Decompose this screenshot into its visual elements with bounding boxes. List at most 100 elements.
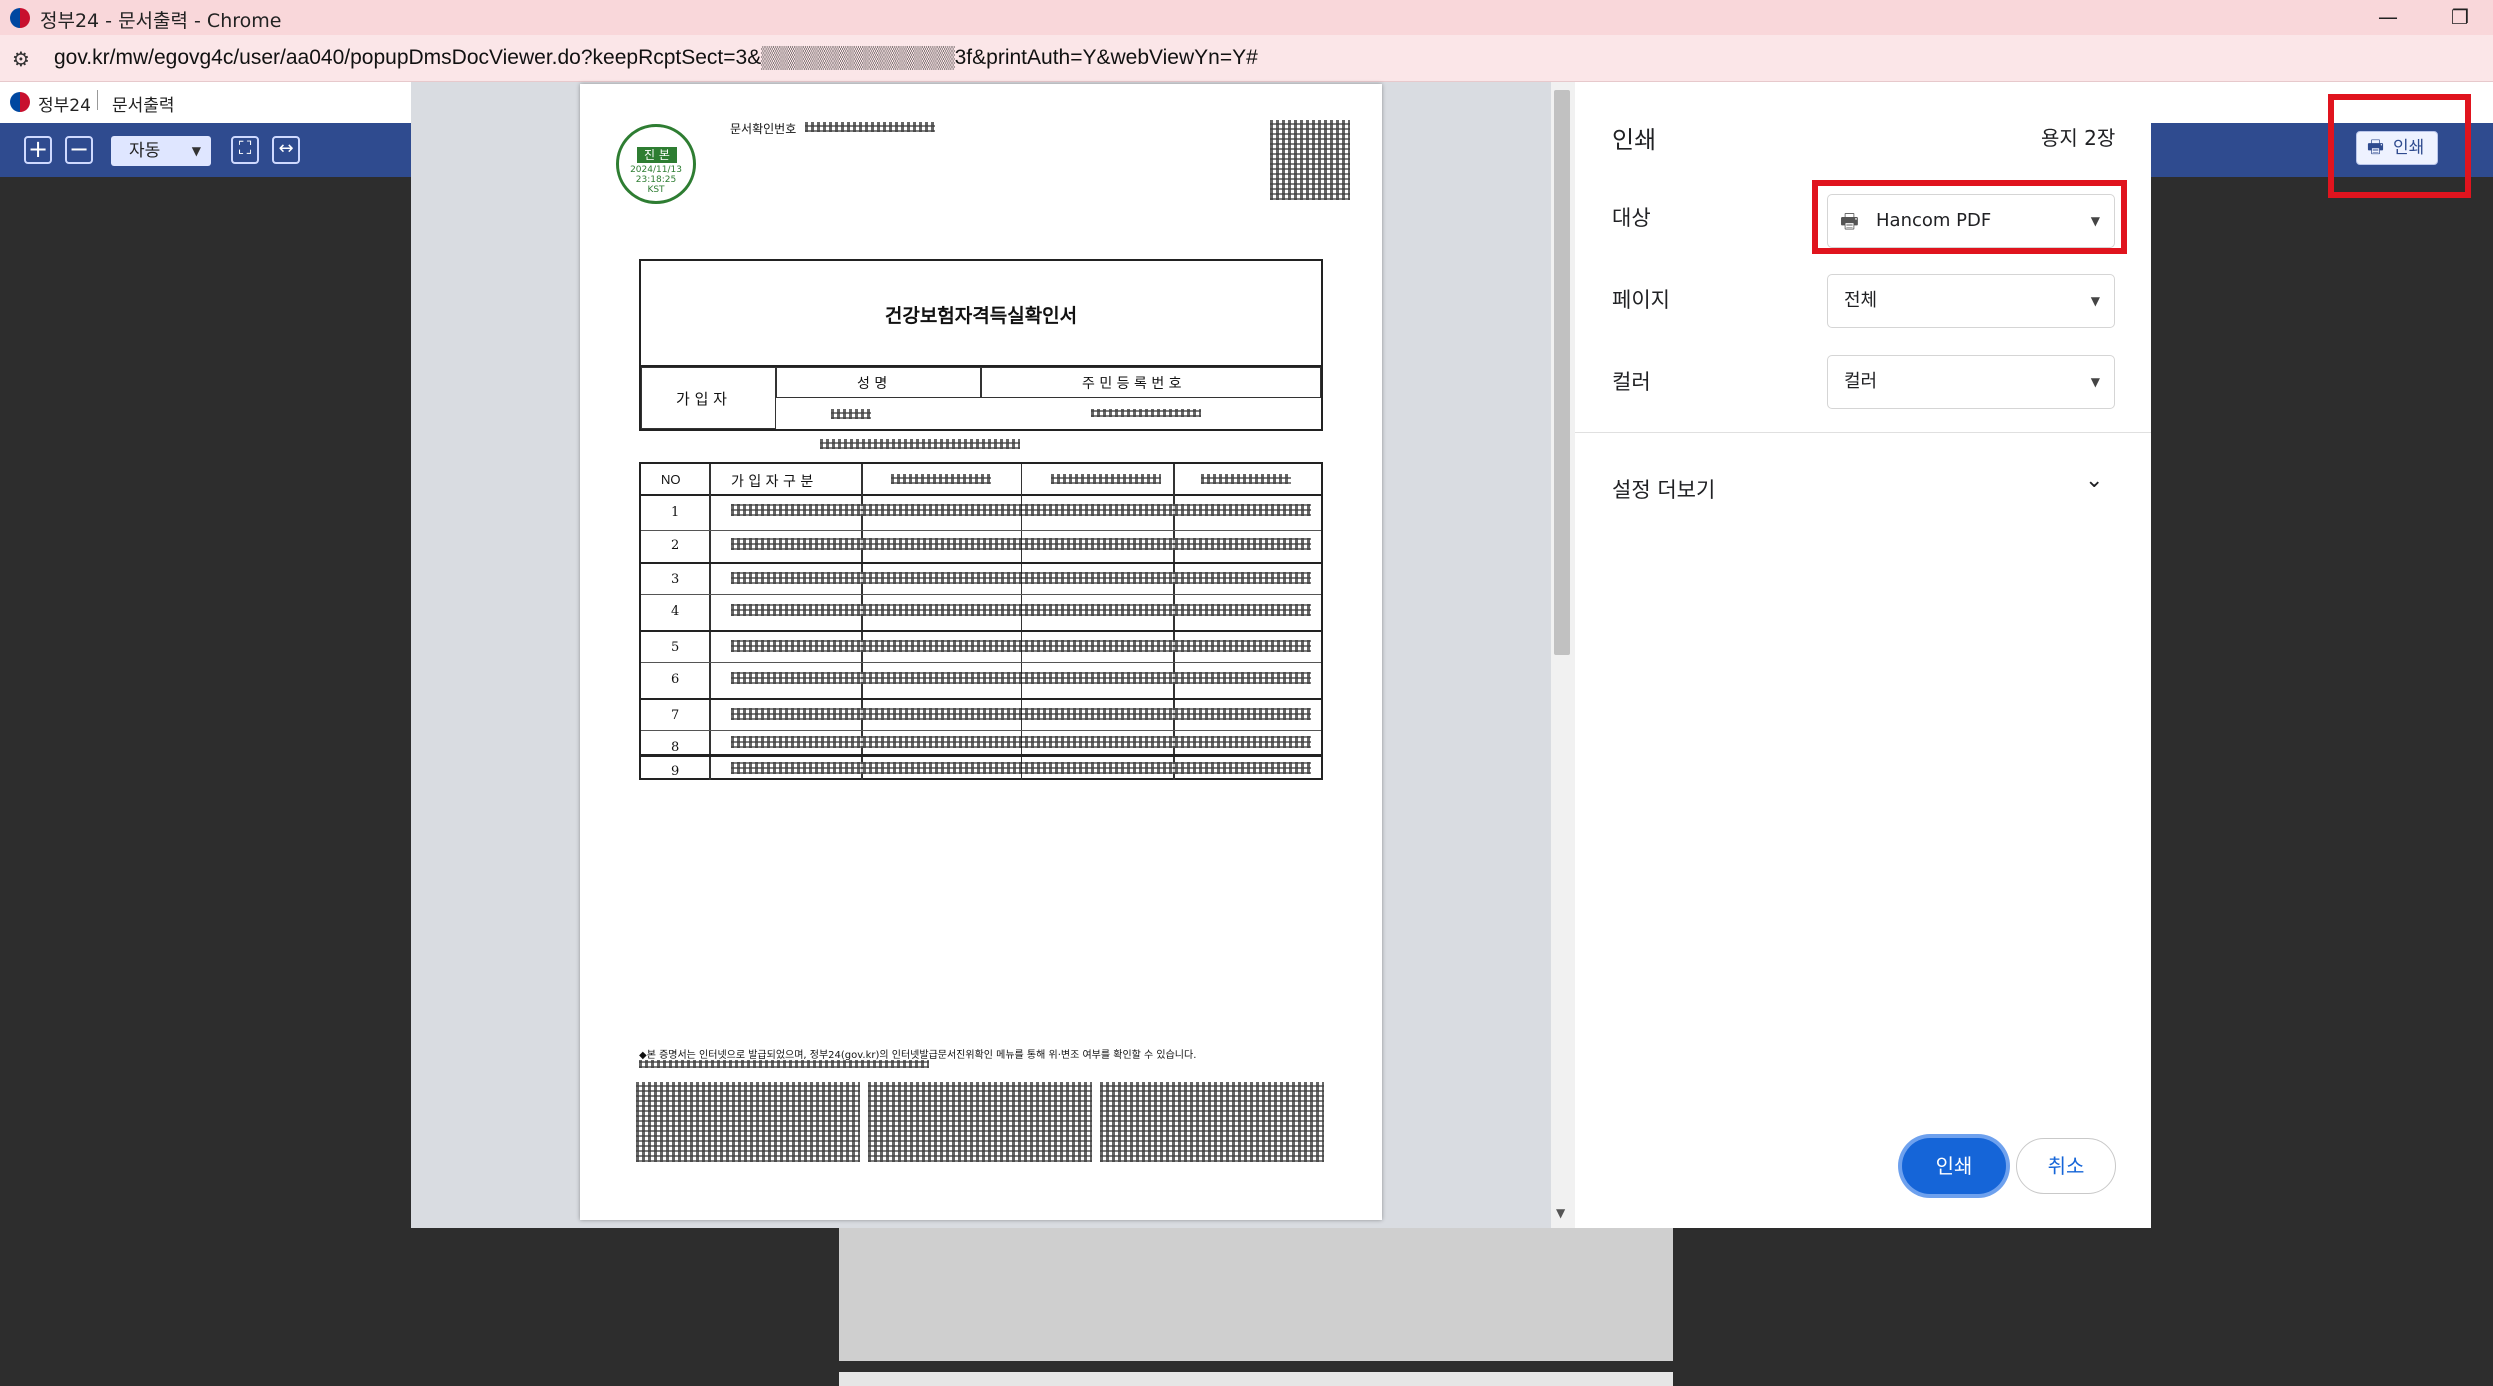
history-rows-redacted [731,762,1311,774]
row-line [641,562,1321,564]
history-rows-redacted [731,640,1311,652]
status-header-redacted [1201,474,1291,484]
more-settings-label[interactable]: 설정 더보기 [1612,474,1715,504]
doc-title-box: 건강보험자격득실확인서 [639,259,1323,367]
gov24-logo-icon [10,92,30,112]
history-rows-redacted [731,736,1311,748]
stamp-date: 2024/11/13 [630,165,682,175]
row-number: 4 [671,604,680,619]
row-line [641,630,1321,632]
window-title-bar: 정부24 - 문서출력 - Chrome — ❐ [0,0,2493,35]
rrn-redacted [1091,409,1201,417]
address-bar: ⚙ gov.kr/mw/egovg4c/user/aa040/popupDmsD… [0,35,2493,82]
scroll-down-icon[interactable]: ▼ [1556,1206,1565,1220]
window-title: 정부24 - 문서출력 - Chrome [40,10,282,32]
history-rows-redacted [731,708,1311,720]
preview-page: 진 본 2024/11/13 23:18:25 KST 문서확인번호 건강보험자… [580,84,1382,1220]
pages-select[interactable]: 전체 ▼ [1827,274,2115,328]
name-header-cell: 성 명 [776,367,981,398]
highlight-box-destination [1812,180,2127,254]
rrn-header-cell: 주 민 등 록 번 호 [981,367,1321,398]
stamp-label: 진 본 [637,147,677,163]
row-number: 8 [671,740,680,755]
no-header: NO [661,472,681,487]
row-line [641,662,1321,663]
rrn-header: 주 민 등 록 번 호 [1082,376,1182,392]
row-line [641,594,1321,595]
history-rows-redacted [731,604,1311,616]
barcode [636,1082,860,1162]
authenticity-stamp: 진 본 2024/11/13 23:18:25 KST [616,124,696,204]
color-select[interactable]: 컬러 ▼ [1827,355,2115,409]
row-line [641,754,1321,757]
destination-label: 대상 [1612,206,1651,230]
footer-note-redacted [639,1060,929,1068]
fit-page-button[interactable]: ⛶ [231,136,259,164]
panel-divider [1575,432,2151,433]
pages-value: 전체 [1844,290,1878,311]
site-info-icon[interactable]: ⚙ [12,47,30,71]
row-number: 5 [671,640,680,655]
gov24-favicon-icon [10,8,30,28]
pages-label: 페이지 [1612,288,1670,312]
footer-note: ◆본 증명서는 인터넷으로 발급되었으며, 정부24(gov.kr)의 인터넷발… [639,1050,1197,1061]
history-rows-redacted [731,672,1311,684]
sheet-count-prefix: 용지 [2041,126,2078,150]
row-line [641,530,1321,531]
highlight-box-print [2328,94,2471,198]
history-rows-redacted [731,538,1311,550]
row-number: 3 [671,572,680,587]
cancel-button[interactable]: 취소 [2016,1138,2116,1194]
history-header-row: NO 가 입 자 구 분 [641,464,1321,496]
col-line-1 [709,464,711,780]
name-redacted [831,409,871,419]
doc-check-label: 문서확인번호 [730,122,797,136]
type-header: 가 입 자 구 분 [731,474,814,490]
color-value: 컬러 [1844,371,1878,392]
page-name: 문서출력 [112,96,175,116]
history-table: NO 가 입 자 구 분 1 2 3 4 5 6 7 8 9 [639,462,1323,780]
preview-scrollbar-thumb[interactable] [1554,90,1570,655]
url-text[interactable]: gov.kr/mw/egovg4c/user/aa040/popupDmsDoc… [54,46,1258,70]
stamp-time: 23:18:25 [635,175,677,185]
loss-date-header-redacted [1051,474,1161,484]
print-confirm-button[interactable]: 인쇄 [1902,1138,2006,1194]
subscriber-table: 가 입 자 성 명 주 민 등 록 번 호 [639,367,1323,431]
row-line [641,698,1321,700]
doc-check-number-redacted [805,122,935,132]
qr-code [1270,120,1350,200]
restore-button[interactable]: ❐ [2440,2,2480,32]
subscriber-label-cell: 가 입 자 [641,367,776,429]
subscriber-extra-redacted [820,439,1020,449]
sheet-count: 용지 2장 [2041,122,2115,151]
header-divider [97,90,98,110]
name-header: 성 명 [857,376,888,392]
background-page [839,1228,1673,1361]
history-rows-redacted [731,572,1311,584]
color-label: 컬러 [1612,370,1651,394]
row-number: 7 [671,708,680,723]
row-number: 9 [671,764,680,779]
stamp-tz: KST [647,185,665,195]
zoom-out-button[interactable]: − [65,136,93,164]
row-number: 6 [671,672,680,687]
doc-title: 건강보험자격득실확인서 [884,305,1078,327]
row-line [641,730,1321,731]
chevron-down-icon: ▼ [2090,375,2100,389]
zoom-select[interactable]: 자동 ▼ [111,136,211,166]
minimize-button[interactable]: — [2368,2,2408,32]
subscriber-label: 가 입 자 [676,390,727,408]
expand-chevron-icon[interactable]: ⌄ [2085,468,2103,493]
zoom-in-button[interactable]: + [24,136,52,164]
row-number: 2 [671,538,680,553]
date-header-redacted [891,474,991,484]
zoom-select-value: 자동 [129,141,161,161]
barcode [1100,1082,1324,1162]
chevron-down-icon: ▼ [191,144,201,158]
background-page-next [839,1372,1673,1386]
history-rows-redacted [731,504,1311,516]
row-number: 1 [671,505,680,520]
site-name[interactable]: 정부24 [38,91,91,116]
print-panel-title: 인쇄 [1612,126,1657,154]
fit-width-button[interactable]: ↔ [272,136,300,164]
